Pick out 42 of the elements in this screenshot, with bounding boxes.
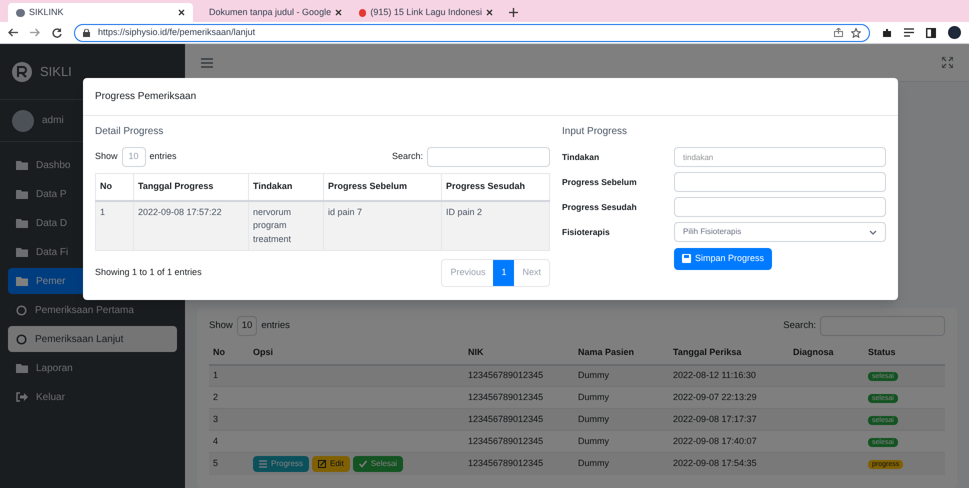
url-text: https://siphysio.id/fe/pemeriksaan/lanjut xyxy=(98,26,256,39)
table-cell: 3 xyxy=(209,408,249,431)
table-cell: 123456789012345 xyxy=(464,364,574,387)
table-cell: 4 xyxy=(209,430,249,453)
table-cell: 2022-08-12 11:16:30 xyxy=(669,364,789,387)
table-cell: 123456789012345 xyxy=(464,430,574,453)
entries-label: entries xyxy=(261,319,290,333)
field-label: Fisioterapis xyxy=(562,226,611,238)
table-cell: Dummy xyxy=(574,386,669,409)
section-title: Input Progress xyxy=(562,125,628,139)
table-cell: 2 xyxy=(209,386,249,409)
table-cell: 123456789012345 xyxy=(464,386,574,409)
table-cell: ID pain 2 xyxy=(442,200,550,250)
user-name: admi xyxy=(42,114,64,128)
entries-info: Showing 1 to 1 of 1 entries xyxy=(95,266,202,279)
table-cell: 2022-09-08 17:40:07 xyxy=(669,430,789,453)
modal-title: Progress Pemeriksaan xyxy=(95,90,196,104)
brand-name: SIKLI xyxy=(40,62,72,81)
table-cell: 2022-09-07 22:13:29 xyxy=(669,386,789,409)
table-cell: 2022-09-08 17:17:37 xyxy=(669,408,789,431)
table-cell: 2022-09-08 17:54:35 xyxy=(669,452,789,475)
entries-label: entries xyxy=(150,150,177,164)
table-cell: Dummy xyxy=(574,430,669,453)
table-cell: Dummy xyxy=(574,364,669,387)
table-cell: 123456789012345 xyxy=(464,408,574,431)
search-label: Search: xyxy=(392,150,423,164)
table-cell: id pain 7 xyxy=(324,200,442,250)
field-label: Tindakan xyxy=(562,150,600,164)
table-cell: Dummy xyxy=(574,452,669,475)
table-cell: 2022-09-08 17:57:22 xyxy=(134,200,248,250)
section-title: Detail Progress xyxy=(95,125,164,139)
field-label: Progress Sesudah xyxy=(562,200,638,214)
table-cell: 5 xyxy=(209,452,249,475)
table-cell: nervorum program treatment xyxy=(248,200,324,250)
table-cell: Dummy xyxy=(574,408,669,431)
table-cell: 123456789012345 xyxy=(464,452,574,475)
table-cell: 1 xyxy=(96,200,134,250)
field-label: Progress Sebelum xyxy=(562,176,638,188)
show-label: Show xyxy=(209,319,233,333)
show-label: Show xyxy=(95,150,118,164)
table-cell: 1 xyxy=(209,364,249,387)
search-label: Search: xyxy=(783,319,816,333)
